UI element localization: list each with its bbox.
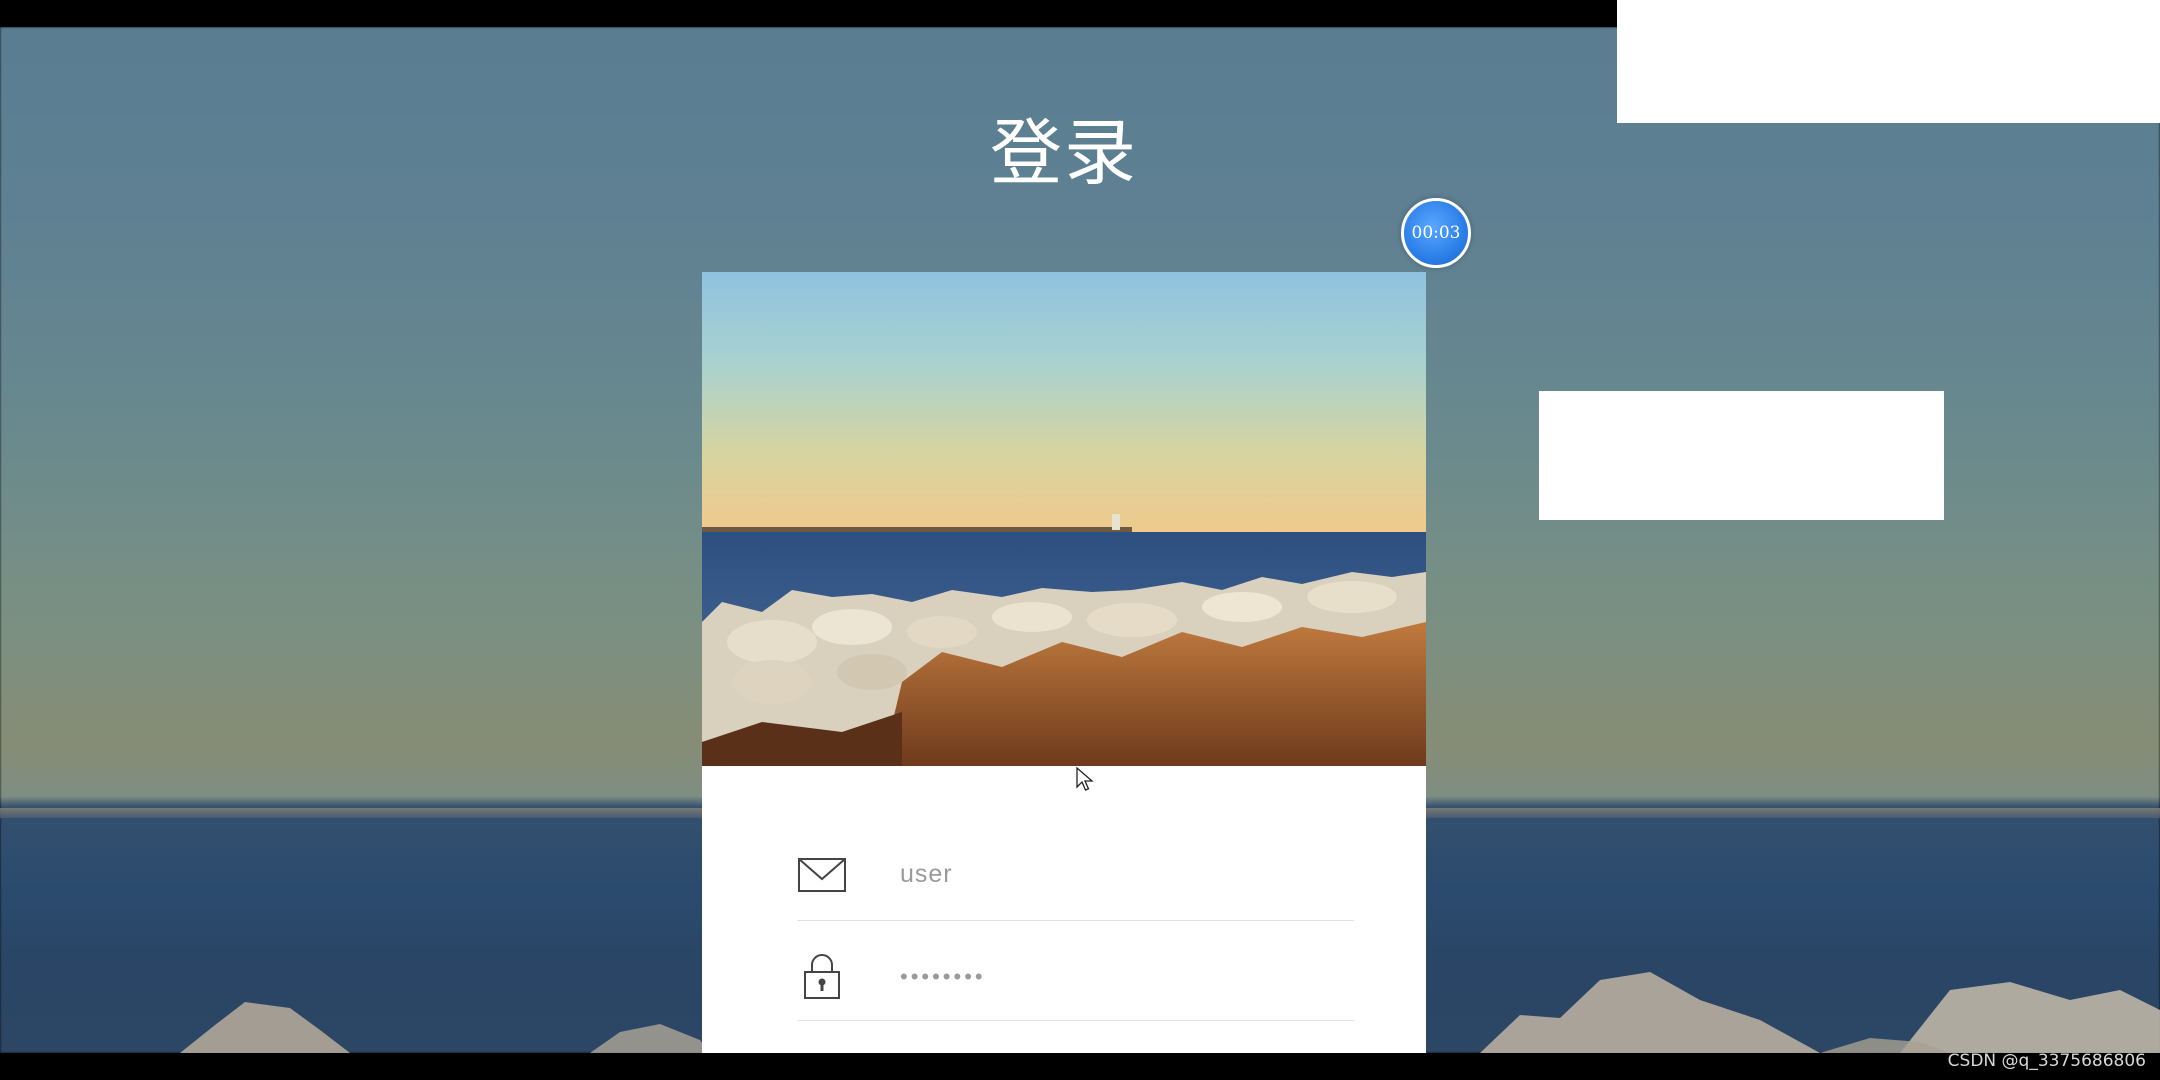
bottom-black-bar — [0, 1053, 2160, 1080]
mouse-cursor-icon — [1076, 767, 1094, 791]
username-input[interactable]: user — [900, 860, 953, 889]
username-field[interactable]: user — [797, 836, 1354, 921]
page-title: 登录 — [989, 111, 1138, 195]
password-field[interactable]: •••••••• — [797, 936, 1354, 1021]
password-input[interactable]: •••••••• — [900, 964, 986, 990]
timer-badge[interactable]: 00:03 — [1401, 198, 1471, 268]
overlay-box-middle — [1539, 391, 1944, 520]
mail-icon — [798, 858, 846, 892]
overlay-box-top — [1617, 0, 2160, 123]
login-screen: 登录 00:03 user •••••••• CSDN @q_337568680… — [0, 0, 2160, 1080]
login-card: user •••••••• — [702, 272, 1426, 1053]
card-header-photo — [702, 272, 1426, 766]
lock-icon — [804, 954, 840, 999]
watermark: CSDN @q_3375686806 — [1947, 1051, 2146, 1071]
